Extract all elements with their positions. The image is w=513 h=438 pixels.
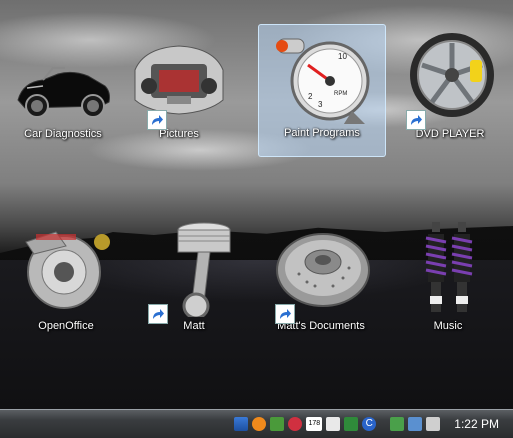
desktop-icon-dvd-player[interactable]: DVD PLAYER xyxy=(390,30,510,140)
network-icon[interactable] xyxy=(390,417,405,431)
mail-icon[interactable] xyxy=(326,417,341,431)
desktop-icon-pictures[interactable]: Pictures xyxy=(119,30,239,140)
calendar-icon[interactable]: 178 xyxy=(306,417,323,431)
icon-label: Pictures xyxy=(159,128,199,140)
desktop-icon-paint-programs[interactable]: 10 2 3 RPM Paint Programs xyxy=(258,24,386,157)
desktop: Car Diagnostics Pictures 10 2 3 RPM Pain… xyxy=(0,0,513,409)
system-tray: 178 C 1:22 PM xyxy=(234,410,513,438)
icon-label: OpenOffice xyxy=(38,320,94,332)
monitor-icon[interactable] xyxy=(408,417,423,431)
volume-icon[interactable] xyxy=(426,417,441,431)
engine-bay-icon xyxy=(129,30,229,130)
shortcut-arrow-icon xyxy=(147,110,167,130)
svg-text:3: 3 xyxy=(318,100,323,109)
piston-rod-icon xyxy=(144,222,244,324)
desktop-icon-matts-documents[interactable]: Matt's Documents xyxy=(261,222,381,332)
red-app-icon[interactable] xyxy=(288,417,303,431)
svg-text:10: 10 xyxy=(338,52,347,61)
green-app-icon[interactable] xyxy=(270,417,285,431)
security-shield-icon[interactable] xyxy=(234,417,249,431)
desktop-icon-openoffice[interactable]: OpenOffice xyxy=(6,222,126,332)
c-app-icon[interactable]: C xyxy=(362,417,377,431)
shortcut-arrow-icon xyxy=(148,304,168,324)
brake-rotor-icon xyxy=(271,222,371,324)
icon-label: Music xyxy=(433,320,463,332)
svg-text:2: 2 xyxy=(308,92,313,101)
turbocharger-icon xyxy=(16,222,116,317)
gauge-rpm-text: RPM xyxy=(334,91,347,97)
green-app-icon[interactable] xyxy=(344,417,359,431)
desktop-icon-matt[interactable]: Matt xyxy=(134,222,254,332)
desktop-icon-music[interactable]: Music xyxy=(388,222,508,332)
tachometer-gauge-icon: 10 2 3 RPM xyxy=(272,29,372,127)
desktop-icon-car-diagnostics[interactable]: Car Diagnostics xyxy=(3,30,123,140)
coilover-suspension-icon xyxy=(398,222,498,317)
shortcut-arrow-icon xyxy=(406,110,426,130)
icon-label: Car Diagnostics xyxy=(24,128,102,140)
taskbar: 178 C 1:22 PM xyxy=(0,409,513,438)
convertible-car-icon xyxy=(13,30,113,125)
alloy-wheel-icon xyxy=(400,30,500,130)
icon-label: Paint Programs xyxy=(284,127,360,139)
orange-app-icon[interactable] xyxy=(252,417,267,431)
shortcut-arrow-icon xyxy=(275,304,295,324)
taskbar-clock[interactable]: 1:22 PM xyxy=(454,417,499,431)
